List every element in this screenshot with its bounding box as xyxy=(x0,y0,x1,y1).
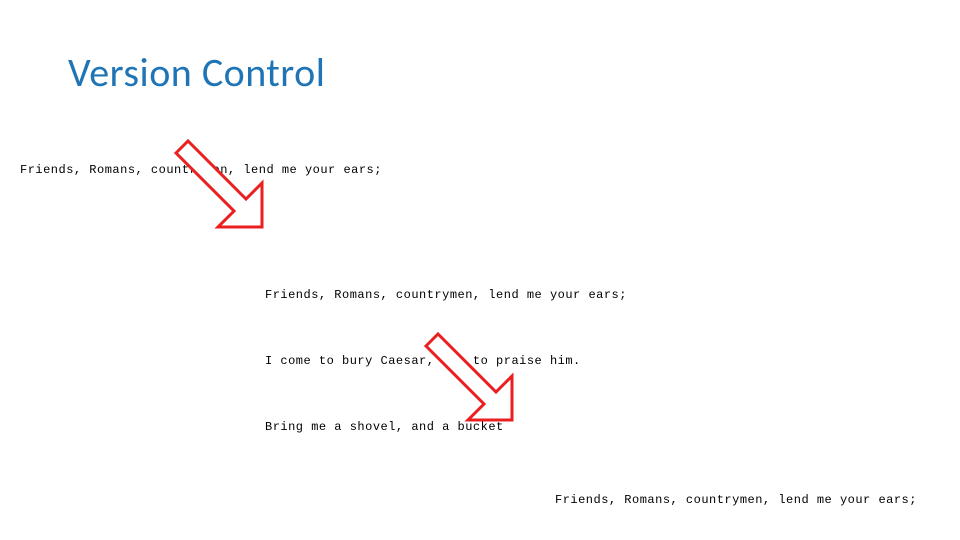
arrow-down-right-icon xyxy=(420,328,530,428)
arrow-down-right-icon xyxy=(170,135,280,235)
text-line: Friends, Romans, countrymen, lend me you… xyxy=(265,284,627,306)
text-version-3: Friends, Romans, countrymen, lend me you… xyxy=(555,445,917,540)
text-line: Friends, Romans, countrymen, lend me you… xyxy=(555,489,917,511)
slide-title: Version Control xyxy=(68,48,325,97)
slide: Version Control Friends, Romans, country… xyxy=(0,0,960,540)
